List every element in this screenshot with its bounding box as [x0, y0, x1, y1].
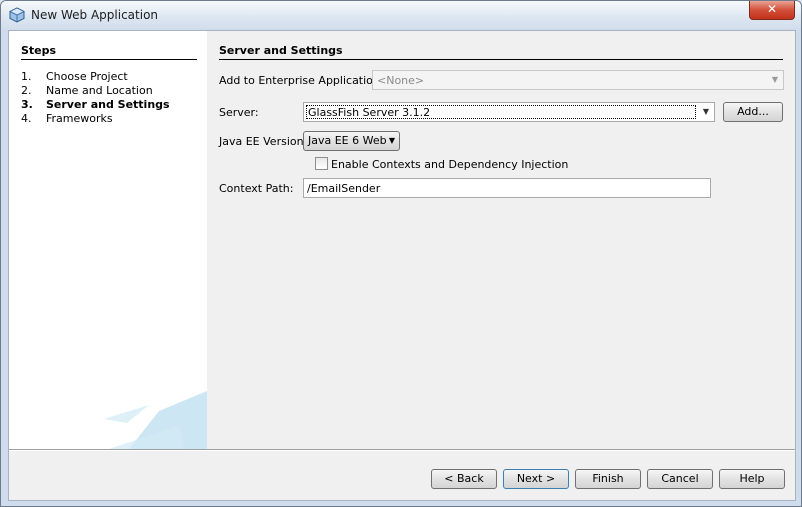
dialog-window: New Web Application ✕ Steps 1. Choose Pr… [0, 0, 802, 507]
step-number: 1. [21, 70, 32, 83]
chevron-down-icon: ▼ [771, 75, 779, 84]
close-button[interactable]: ✕ [749, 1, 795, 20]
dialog-client: Steps 1. Choose Project 2. Name and Loca… [8, 30, 796, 501]
step-choose-project: 1. Choose Project [21, 70, 201, 84]
enterprise-app-value: <None> [377, 74, 425, 87]
chevron-down-icon: ▼ [388, 136, 395, 145]
step-number: 2. [21, 84, 32, 97]
context-path-label: Context Path: [219, 182, 294, 195]
back-button[interactable]: < Back [431, 469, 497, 489]
step-number: 3. [21, 98, 33, 111]
cancel-button[interactable]: Cancel [647, 469, 713, 489]
javaee-version-label: Java EE Version: [219, 135, 308, 148]
cdi-checkbox[interactable] [315, 157, 328, 170]
section-divider [219, 59, 783, 60]
finish-button[interactable]: Finish [575, 469, 641, 489]
step-label: Name and Location [46, 84, 153, 97]
cdi-label[interactable]: Enable Contexts and Dependency Injection [331, 158, 568, 171]
netbeans-cube-icon [9, 7, 25, 23]
step-name-and-location: 2. Name and Location [21, 84, 201, 98]
server-value: GlassFish Server 3.1.2 [308, 106, 431, 119]
button-bar: < Back Next > Finish Cancel Help [9, 451, 795, 500]
javaee-version-value: Java EE 6 Web [308, 134, 387, 147]
add-server-button[interactable]: Add... [723, 102, 783, 122]
step-label: Frameworks [46, 112, 113, 125]
enterprise-app-select[interactable]: <None> ▼ [372, 70, 784, 90]
step-server-and-settings: 3. Server and Settings [21, 98, 201, 112]
settings-panel: Server and Settings Add to Enterprise Ap… [207, 31, 795, 449]
context-path-input[interactable]: /EmailSender [303, 178, 711, 198]
step-frameworks: 4. Frameworks [21, 112, 201, 126]
enterprise-app-label: Add to Enterprise Application: [219, 74, 384, 87]
javaee-version-select[interactable]: Java EE 6 Web ▼ [303, 131, 400, 151]
context-path-value: /EmailSender [307, 182, 381, 195]
next-button[interactable]: Next > [503, 469, 569, 489]
steps-divider [21, 59, 197, 60]
step-number: 4. [21, 112, 32, 125]
help-button[interactable]: Help [719, 469, 785, 489]
window-title: New Web Application [31, 8, 159, 22]
steps-title: Steps [21, 44, 57, 57]
close-icon: ✕ [766, 2, 778, 16]
chevron-down-icon: ▼ [702, 107, 710, 116]
step-label: Choose Project [46, 70, 128, 83]
section-title: Server and Settings [219, 44, 343, 57]
server-select[interactable]: GlassFish Server 3.1.2 ▼ [303, 102, 715, 122]
title-bar[interactable]: New Web Application ✕ [1, 1, 801, 29]
steps-panel: Steps 1. Choose Project 2. Name and Loca… [9, 31, 207, 449]
step-label: Server and Settings [46, 98, 170, 111]
server-label: Server: [219, 106, 259, 119]
